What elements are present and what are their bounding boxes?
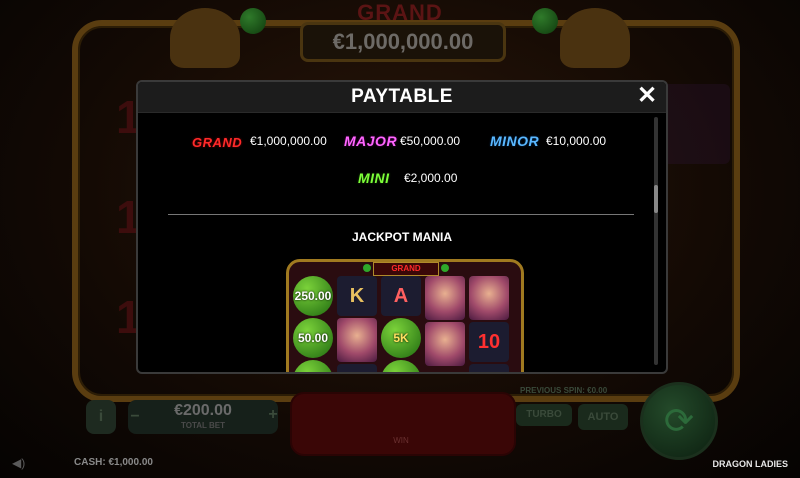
spin-button[interactable]: ⟳ bbox=[640, 382, 718, 460]
preview-reel: 250.00 50.00 bbox=[293, 276, 333, 372]
win-label: WIN bbox=[393, 436, 409, 445]
preview-lady-symbol bbox=[425, 322, 465, 366]
major-jackpot-amount: €50,000.00 bbox=[400, 134, 461, 148]
preview-cash-ball bbox=[293, 360, 333, 372]
game-title: DRAGON LADIES bbox=[712, 459, 788, 469]
info-button[interactable]: i bbox=[86, 400, 116, 434]
section-divider bbox=[168, 214, 634, 215]
scrollbar-track[interactable] bbox=[654, 117, 658, 365]
close-icon[interactable]: ✕ bbox=[634, 82, 660, 110]
bet-increase-button[interactable]: + bbox=[266, 406, 280, 424]
preview-lady-symbol bbox=[469, 276, 509, 320]
grand-jackpot-badge: GRAND bbox=[192, 135, 243, 150]
preview-grand-label: GRAND bbox=[373, 262, 439, 276]
bet-decrease-button[interactable]: − bbox=[128, 408, 142, 426]
preview-reel: K bbox=[337, 276, 377, 372]
dragon-left-decoration bbox=[170, 8, 240, 68]
green-orb-icon bbox=[441, 264, 449, 272]
previous-spin-text: PREVIOUS SPIN: €0.00 bbox=[520, 386, 608, 395]
refresh-arrows-icon: ⟳ bbox=[663, 400, 695, 441]
total-bet-value: €200.00 bbox=[174, 402, 232, 419]
cash-label: CASH: bbox=[74, 457, 106, 468]
dragon-right-decoration bbox=[560, 8, 630, 68]
jackpot-mania-heading: JACKPOT MANIA bbox=[351, 230, 452, 244]
green-orb-icon bbox=[363, 264, 371, 272]
autoplay-button[interactable]: AUTO bbox=[578, 404, 628, 430]
minor-jackpot-amount: €10,000.00 bbox=[546, 134, 607, 148]
preview-lady-symbol bbox=[337, 318, 377, 362]
preview-symbol-a: A bbox=[381, 276, 421, 316]
preview-cash-ball: 5K bbox=[381, 318, 421, 358]
cash-value: €1,000.00 bbox=[108, 457, 153, 468]
preview-cash-ball bbox=[381, 360, 421, 372]
cash-balance: CASH: €1,000.00 bbox=[74, 457, 153, 468]
jackpot-mania-preview-image: GRAND 250.00 50.00 K A 5K 10 bbox=[286, 259, 524, 372]
speaker-icon[interactable]: ◀) bbox=[12, 456, 25, 470]
mini-jackpot-amount: €2,000.00 bbox=[404, 171, 458, 185]
turbo-button[interactable]: TURBO bbox=[516, 404, 572, 426]
preview-symbol-10: 10 bbox=[469, 322, 509, 362]
paytable-content[interactable]: GRAND €1,000,000.00 MAJOR €50,000.00 MIN… bbox=[138, 113, 666, 372]
scrollbar-thumb[interactable] bbox=[654, 185, 658, 213]
total-bet-label: TOTAL BET bbox=[181, 421, 225, 430]
win-display bbox=[290, 392, 516, 456]
preview-reel bbox=[425, 276, 465, 372]
major-jackpot-badge: MAJOR bbox=[344, 133, 398, 149]
paytable-modal: PAYTABLE ✕ GRAND €1,000,000.00 MAJOR €50… bbox=[136, 80, 668, 374]
preview-reel: A 5K bbox=[381, 276, 421, 372]
preview-symbol bbox=[469, 364, 509, 372]
minor-jackpot-badge: MINOR bbox=[490, 133, 540, 149]
modal-header: PAYTABLE ✕ bbox=[138, 82, 666, 113]
preview-cash-ball: 50.00 bbox=[293, 318, 333, 358]
preview-lady-symbol bbox=[425, 276, 465, 320]
green-orb-icon bbox=[240, 8, 266, 34]
preview-reel: 10 bbox=[469, 276, 509, 372]
grand-jackpot-amount: €1,000,000.00 bbox=[250, 134, 327, 148]
preview-symbol bbox=[337, 364, 377, 372]
preview-symbol-k: K bbox=[337, 276, 377, 316]
preview-cash-ball: 250.00 bbox=[293, 276, 333, 316]
modal-title: PAYTABLE bbox=[351, 86, 453, 107]
green-orb-icon bbox=[532, 8, 558, 34]
mini-jackpot-badge: MINI bbox=[358, 170, 390, 186]
grand-jackpot-value: €1,000,000.00 bbox=[300, 22, 506, 62]
